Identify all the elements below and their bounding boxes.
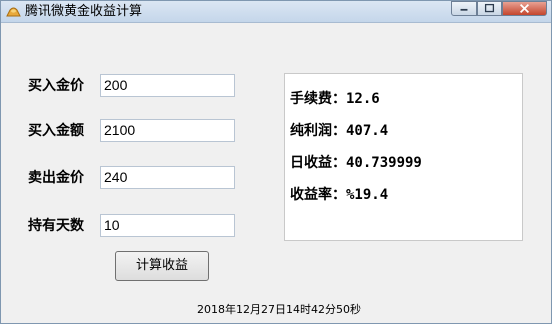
minimize-icon — [460, 8, 468, 11]
app-window: 腾讯微黄金收益计算 买入金价 200 买入金额 2100 卖出金价 240 持有… — [0, 0, 552, 324]
sell-price-input[interactable]: 240 — [100, 166, 235, 189]
result-panel: 手续费：12.6 纯利润：407.4 日收益：40.739999 收益率：%19… — [284, 73, 523, 241]
window-title: 腾讯微黄金收益计算 — [25, 4, 143, 19]
buy-price-input[interactable]: 200 — [100, 74, 235, 97]
title-bar: 腾讯微黄金收益计算 — [1, 1, 551, 23]
close-icon — [519, 3, 530, 14]
fee-result: 手续费：12.6 — [290, 91, 380, 107]
holding-days-input[interactable]: 10 — [100, 214, 235, 237]
gold-ingot-icon — [6, 7, 21, 17]
net-profit-result: 纯利润：407.4 — [290, 123, 389, 139]
calculate-button[interactable]: 计算收益 — [115, 251, 209, 281]
status-timestamp: 2018年12月27日14时42分50秒 — [197, 303, 361, 316]
sell-price-label: 卖出金价 — [28, 170, 84, 186]
buy-amount-input[interactable]: 2100 — [100, 119, 235, 142]
maximize-icon — [484, 3, 495, 13]
buy-amount-label: 买入金额 — [28, 123, 84, 139]
close-button[interactable] — [502, 1, 547, 16]
maximize-button[interactable] — [477, 1, 502, 16]
yield-rate-result: 收益率：%19.4 — [290, 187, 389, 203]
holding-days-label: 持有天数 — [28, 218, 84, 234]
buy-price-label: 买入金价 — [28, 78, 84, 94]
minimize-button[interactable] — [451, 1, 477, 16]
daily-income-result: 日收益：40.739999 — [290, 155, 422, 171]
